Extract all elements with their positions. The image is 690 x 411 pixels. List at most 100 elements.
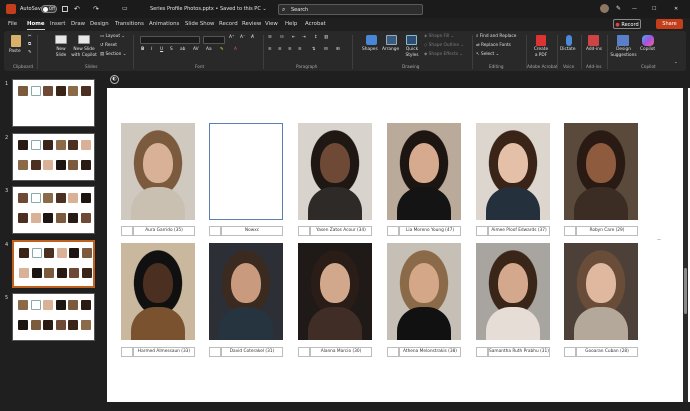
reset-button[interactable]: ↺ Reset: [100, 43, 117, 49]
tab-slide-show[interactable]: Slide Show: [185, 18, 214, 30]
paste-icon[interactable]: [11, 35, 21, 47]
italic-icon[interactable]: I: [151, 47, 152, 53]
design-suggestions-icon[interactable]: [617, 35, 629, 46]
font-name-box[interactable]: [140, 36, 200, 44]
format-painter-icon[interactable]: ✎: [28, 50, 32, 56]
photo-caption[interactable]: Gooaran Cuban (28): [576, 347, 638, 357]
decrease-indent-icon[interactable]: ⇤: [292, 35, 296, 41]
tab-draw[interactable]: Draw: [71, 18, 85, 30]
photo-caption[interactable]: Athena Melonstrakis (38): [399, 347, 461, 357]
slide-thumbnail-1[interactable]: [12, 79, 95, 127]
slideshow-icon[interactable]: ▭: [122, 0, 128, 18]
maximize-icon[interactable]: ☐: [652, 0, 656, 18]
increase-font-icon[interactable]: A⁺: [229, 35, 234, 41]
photo-caption[interactable]: Harmed Almessaun (33): [133, 347, 195, 357]
align-right-icon[interactable]: ≡: [288, 47, 292, 53]
strikethrough-icon[interactable]: S: [170, 47, 173, 53]
photo-caption[interactable]: David Coterakel (31): [221, 347, 283, 357]
decrease-font-icon[interactable]: A⁻: [240, 35, 245, 41]
accessibility-icon[interactable]: ◐: [110, 75, 119, 84]
share-button[interactable]: Share: [656, 19, 683, 29]
copilot-button[interactable]: Copilot: [640, 47, 655, 53]
shape-outline-button[interactable]: ◇ Shape Outline ⌄: [424, 43, 464, 49]
photo-caption[interactable]: Yasen Zatos Acour (34): [310, 226, 372, 236]
numbering-icon[interactable]: ☷: [280, 35, 284, 41]
addins-icon[interactable]: [588, 35, 599, 46]
font-color-icon[interactable]: A: [234, 47, 237, 53]
cut-icon[interactable]: ✂: [28, 34, 32, 40]
bold-icon[interactable]: B: [141, 47, 144, 53]
photo-placeholder[interactable]: [209, 123, 283, 220]
new-slide-copilot-button[interactable]: New Slide with Copilot: [69, 47, 99, 59]
dictate-button[interactable]: Dictate: [560, 47, 576, 53]
scroll-thumb[interactable]: [684, 268, 687, 314]
columns-icon[interactable]: ▥: [324, 35, 328, 41]
new-slide-copilot-icon[interactable]: [78, 35, 90, 44]
slide-thumbnail-3[interactable]: [12, 186, 95, 234]
addins-button[interactable]: Add-ins: [586, 47, 602, 53]
bullets-icon[interactable]: ☰: [268, 35, 272, 41]
photo-caption[interactable]: Alanna Marcio (30): [310, 347, 372, 357]
slide-canvas[interactable]: Aura Garrido (35) Nowxc Yasen Zatos Acour …: [107, 88, 690, 402]
tab-acrobat[interactable]: Acrobat: [305, 18, 326, 30]
autosave-toggle[interactable]: Off: [41, 5, 57, 13]
highlight-icon[interactable]: ✎: [220, 47, 224, 53]
copy-icon[interactable]: ⧉: [28, 42, 31, 48]
underline-icon[interactable]: U: [160, 47, 163, 53]
shape-effects-button[interactable]: ◆ Shape Effects ⌄: [424, 52, 463, 58]
copilot-pen-icon[interactable]: ✎: [616, 0, 621, 18]
photo-caption[interactable]: Robyn Care (29): [576, 226, 638, 236]
vertical-scrollbar[interactable]: [683, 88, 688, 402]
clear-format-icon[interactable]: A̸: [251, 35, 254, 41]
smartart-icon[interactable]: ⊞: [336, 47, 340, 53]
shape-fill-button[interactable]: ◈ Shape Fill ⌄: [424, 34, 454, 40]
profile-photo[interactable]: [298, 243, 372, 340]
collapse-ribbon-icon[interactable]: ⌃: [674, 62, 678, 68]
tab-transitions[interactable]: Transitions: [115, 18, 144, 30]
redo-icon[interactable]: ↷: [93, 0, 99, 18]
photo-caption[interactable]: Samantha Ruth Prabhu (31): [488, 347, 550, 357]
photo-caption[interactable]: Lia Moreno Young (47): [399, 226, 461, 236]
photo-caption[interactable]: Nowxc: [221, 226, 283, 236]
photo-caption[interactable]: Aimee Ploof Edwards (37): [488, 226, 550, 236]
new-slide-icon[interactable]: [55, 35, 67, 44]
find-replace-button[interactable]: ⌕ Find and Replace: [476, 34, 516, 40]
copilot-icon[interactable]: [642, 35, 654, 46]
text-direction-icon[interactable]: ⇅: [312, 47, 316, 53]
replace-fonts-button[interactable]: ⇄ Replace Fonts: [476, 43, 511, 49]
slide-thumbnail-2[interactable]: [12, 133, 95, 181]
font-size-box[interactable]: [203, 36, 225, 44]
tab-record[interactable]: Record: [219, 18, 238, 30]
search-input[interactable]: Search: [291, 5, 308, 15]
align-center-icon[interactable]: ≡: [278, 47, 282, 53]
profile-photo[interactable]: [298, 123, 372, 220]
search-box[interactable]: ⌕ Search: [278, 4, 423, 15]
shapes-button[interactable]: Shapes: [362, 47, 378, 53]
char-spacing-icon[interactable]: AV: [193, 47, 199, 53]
tab-view[interactable]: View: [265, 18, 278, 30]
arrange-button[interactable]: Arrange: [382, 47, 399, 53]
quick-styles-button[interactable]: Quick Styles: [402, 47, 422, 59]
change-case-icon[interactable]: Aa: [206, 47, 212, 53]
paste-button[interactable]: Paste: [9, 49, 21, 55]
section-button[interactable]: ▤ Section ⌄: [100, 52, 126, 58]
slide-thumbnail-4[interactable]: [12, 240, 95, 288]
create-pdf-icon[interactable]: [536, 35, 546, 46]
profile-photo[interactable]: [121, 243, 195, 340]
tab-design[interactable]: Design: [90, 18, 109, 30]
minimize-icon[interactable]: —: [632, 0, 637, 18]
align-text-icon[interactable]: ⊟: [324, 47, 328, 53]
profile-photo[interactable]: [564, 123, 638, 220]
tab-review[interactable]: Review: [242, 18, 261, 30]
slide-thumbnail-5[interactable]: [12, 293, 95, 341]
arrange-icon[interactable]: [386, 35, 397, 45]
justify-icon[interactable]: ≡: [298, 47, 302, 53]
tab-file[interactable]: File: [8, 18, 17, 30]
profile-photo[interactable]: [209, 243, 283, 340]
quick-styles-icon[interactable]: [406, 35, 417, 45]
profile-photo[interactable]: [476, 123, 550, 220]
tab-home[interactable]: Home: [27, 18, 45, 30]
profile-photo[interactable]: [387, 243, 461, 340]
close-icon[interactable]: ✕: [674, 0, 678, 18]
select-button[interactable]: ↖ Select ⌄: [476, 52, 499, 58]
